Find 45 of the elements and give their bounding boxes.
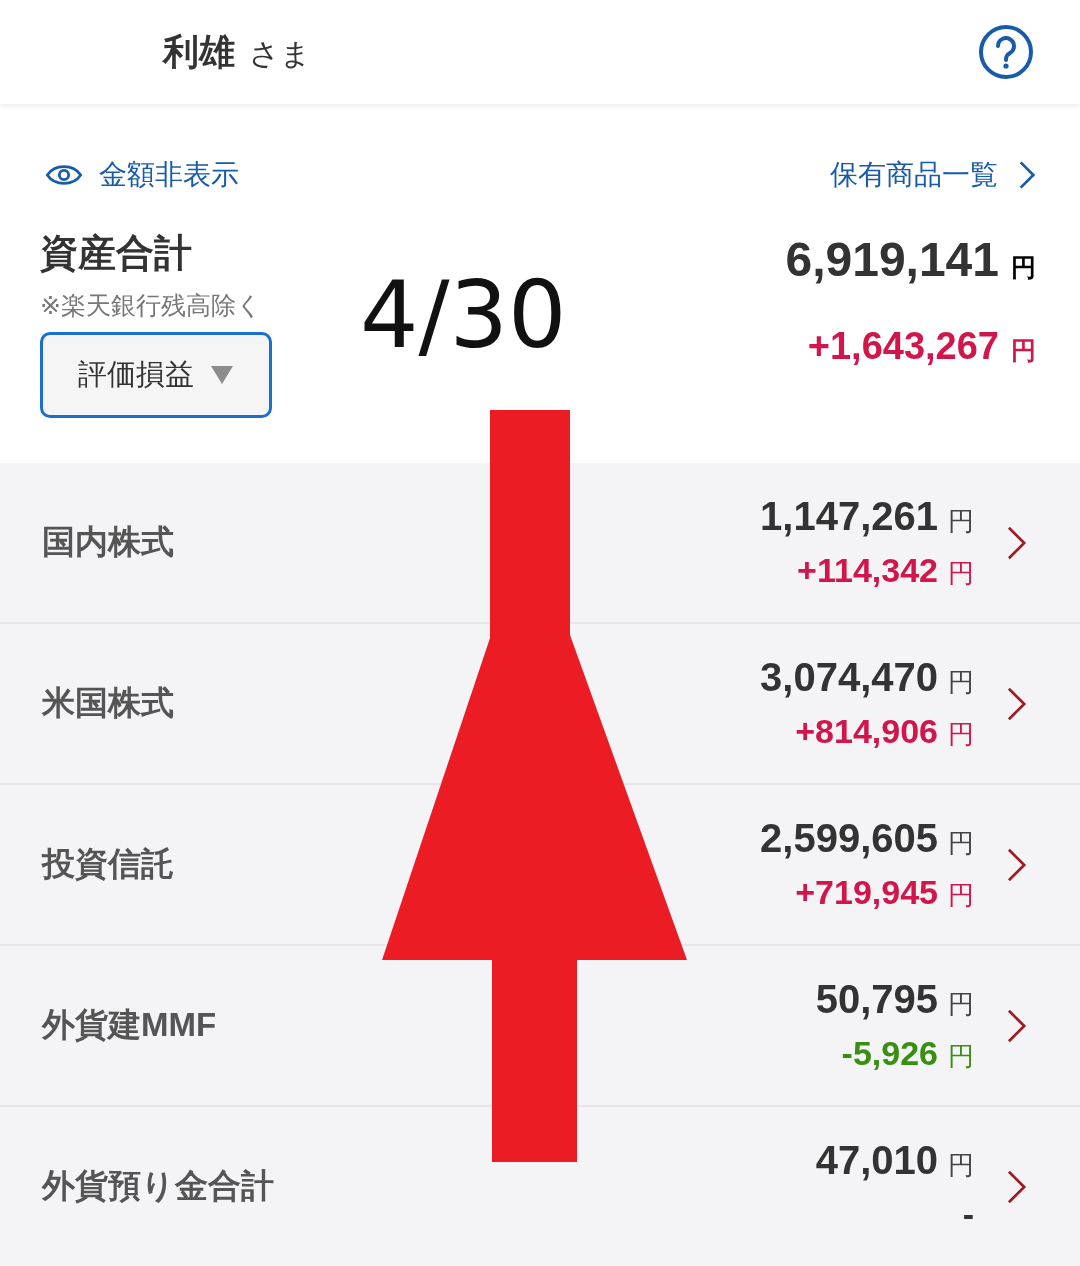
yen-unit: 円: [1011, 335, 1036, 366]
total-gain: +1,643,267: [807, 325, 999, 368]
chevron-right-icon: [1006, 846, 1028, 883]
yen-unit: 円: [948, 1040, 974, 1073]
note-text: ※楽天銀行残高除く: [40, 290, 263, 321]
chevron-right-icon: [1006, 1168, 1028, 1205]
holdings-list-link[interactable]: 保有商品一覧: [830, 156, 1036, 194]
chevron-right-icon: [1018, 159, 1036, 191]
category-gain: -: [962, 1195, 974, 1234]
category-gain: +814,906: [795, 712, 938, 751]
yen-unit: 円: [948, 505, 974, 538]
category-gain: -5,926: [841, 1034, 938, 1073]
date-annotation: 4/30: [360, 262, 567, 369]
eye-icon: [45, 162, 83, 188]
yen-unit: 円: [948, 827, 974, 860]
chevron-right-icon: [1006, 1007, 1028, 1044]
yen-unit: 円: [948, 988, 974, 1021]
yen-unit: 円: [1011, 252, 1036, 283]
yen-unit: 円: [948, 557, 974, 590]
category-gain: +719,945: [795, 873, 938, 912]
category-amount: 3,074,470: [760, 655, 938, 700]
yen-unit: 円: [948, 718, 974, 751]
yen-unit: 円: [948, 666, 974, 699]
total-assets-title: 資産合計: [40, 231, 193, 276]
category-amount: 50,795: [815, 977, 938, 1022]
category-gain: +114,342: [797, 551, 938, 590]
category-name: 米国株式: [42, 683, 175, 723]
yen-unit: 円: [948, 879, 974, 912]
chevron-right-icon: [1006, 685, 1028, 722]
category-name: 投資信託: [42, 844, 175, 884]
category-name: 外貨預り金合計: [42, 1166, 275, 1206]
help-icon[interactable]: [978, 24, 1034, 80]
chevron-right-icon: [1006, 524, 1028, 561]
yen-unit: 円: [948, 1149, 974, 1182]
category-name: 国内株式: [42, 522, 175, 562]
dropdown-triangle-icon: [210, 365, 234, 385]
display-dropdown[interactable]: 評価損益: [40, 332, 272, 418]
hide-amounts-link[interactable]: 金額非表示: [40, 156, 239, 194]
total-amount: 6,919,141: [785, 232, 999, 287]
honorific: さま: [249, 35, 311, 72]
category-amount: 47,010: [815, 1138, 938, 1183]
category-amount: 2,599,605: [760, 816, 938, 861]
category-name: 外貨建MMF: [42, 1005, 218, 1045]
category-amount: 1,147,261: [760, 494, 938, 539]
user-name: 利雄: [163, 29, 235, 74]
